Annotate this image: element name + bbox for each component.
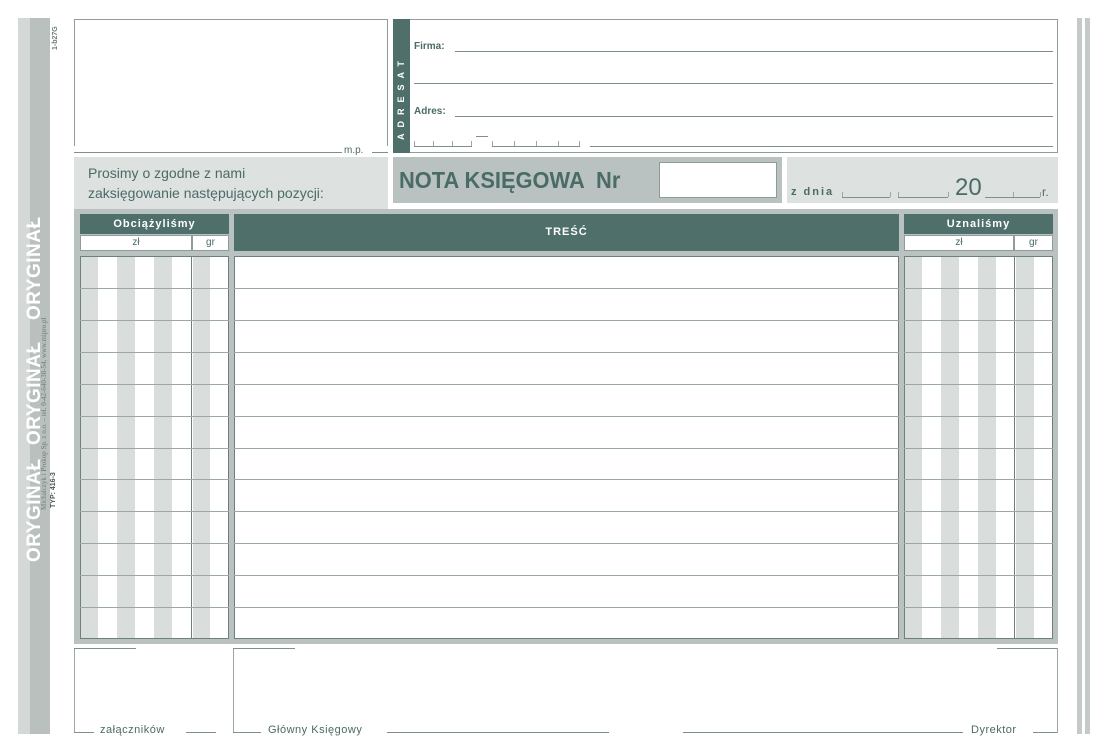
middle-column-header: TREŚĆ (234, 214, 899, 251)
signature-box (233, 648, 1058, 733)
adresat-label: ADRESAT (396, 55, 406, 140)
publisher-info: Michalczyk i Prokop Sp. z o.o. – tel. 0-… (40, 317, 48, 510)
right-gr-header: gr (1014, 235, 1053, 251)
table-row-separator (904, 384, 1053, 385)
table-row-separator (234, 448, 899, 449)
document-number-field[interactable] (659, 162, 777, 198)
adresat-box (393, 19, 1058, 153)
table-row-separator (234, 384, 899, 385)
table-row-separator (80, 543, 229, 544)
table-row-separator (234, 479, 899, 480)
table-row-separator (80, 288, 229, 289)
table-row-separator (80, 575, 229, 576)
chief-accountant-label: Główny Księgowy (268, 724, 363, 736)
mp-label: m.p. (344, 145, 364, 156)
firma-line[interactable] (455, 51, 1053, 52)
stamp-box (74, 19, 388, 153)
left-column-header: Obciążyliśmy (80, 214, 229, 234)
firma-line-2[interactable] (414, 83, 1053, 84)
table-row-separator (234, 416, 899, 417)
form-code: 1-b27G (52, 26, 59, 50)
right-zl-header: zł (904, 235, 1014, 251)
table-row-separator (234, 288, 899, 289)
stamp-bottom-line (372, 152, 388, 153)
table-row-separator (904, 607, 1053, 608)
attachments-label: załączników (100, 724, 165, 736)
date-year: 20 (955, 174, 982, 201)
city-line[interactable] (590, 146, 1053, 147)
table-row-separator (234, 575, 899, 576)
table-row-separator (80, 448, 229, 449)
table-row-separator (904, 511, 1053, 512)
stamp-bottom-line (74, 152, 342, 153)
table-row-separator (80, 479, 229, 480)
request-text-2: zaksięgowanie następujących pozycji: (88, 185, 324, 201)
form-type: TYP: 416-3 (50, 472, 57, 508)
table-row-separator (234, 543, 899, 544)
adres-line[interactable] (455, 116, 1053, 117)
right-edge-bar (1077, 18, 1082, 734)
firma-label: Firma: (414, 41, 445, 52)
table-row-separator (80, 384, 229, 385)
right-edge-bar (1085, 18, 1090, 734)
table-row-separator (80, 352, 229, 353)
right-column-header: Uznaliśmy (904, 214, 1053, 234)
table-row-separator (904, 352, 1053, 353)
document-title: NOTA KSIĘGOWA Nr (399, 167, 621, 193)
table-row-separator (904, 448, 1053, 449)
left-zl-header: zł (80, 235, 192, 251)
table-row-separator (904, 416, 1053, 417)
request-text-1: Prosimy o zgodne z nami (88, 165, 246, 181)
table-row-separator (904, 320, 1053, 321)
table-row-separator (80, 607, 229, 608)
date-suffix: r. (1042, 185, 1049, 199)
table-row-separator (80, 320, 229, 321)
adres-label: Adres: (414, 106, 446, 117)
table-row-separator (904, 575, 1053, 576)
table-row-separator (904, 288, 1053, 289)
table-row-separator (80, 416, 229, 417)
table-row-separator (904, 543, 1053, 544)
table-row-separator (234, 511, 899, 512)
table-row-separator (234, 352, 899, 353)
date-prefix: z dnia (791, 186, 835, 198)
table-row-separator (234, 320, 899, 321)
copy-label: ORYGINAŁ (24, 216, 45, 320)
attachments-box (74, 648, 228, 733)
director-label: Dyrektor (971, 724, 1017, 736)
left-gr-header: gr (192, 235, 229, 251)
table-row-separator (234, 607, 899, 608)
table-row-separator (904, 479, 1053, 480)
table-row-separator (80, 511, 229, 512)
